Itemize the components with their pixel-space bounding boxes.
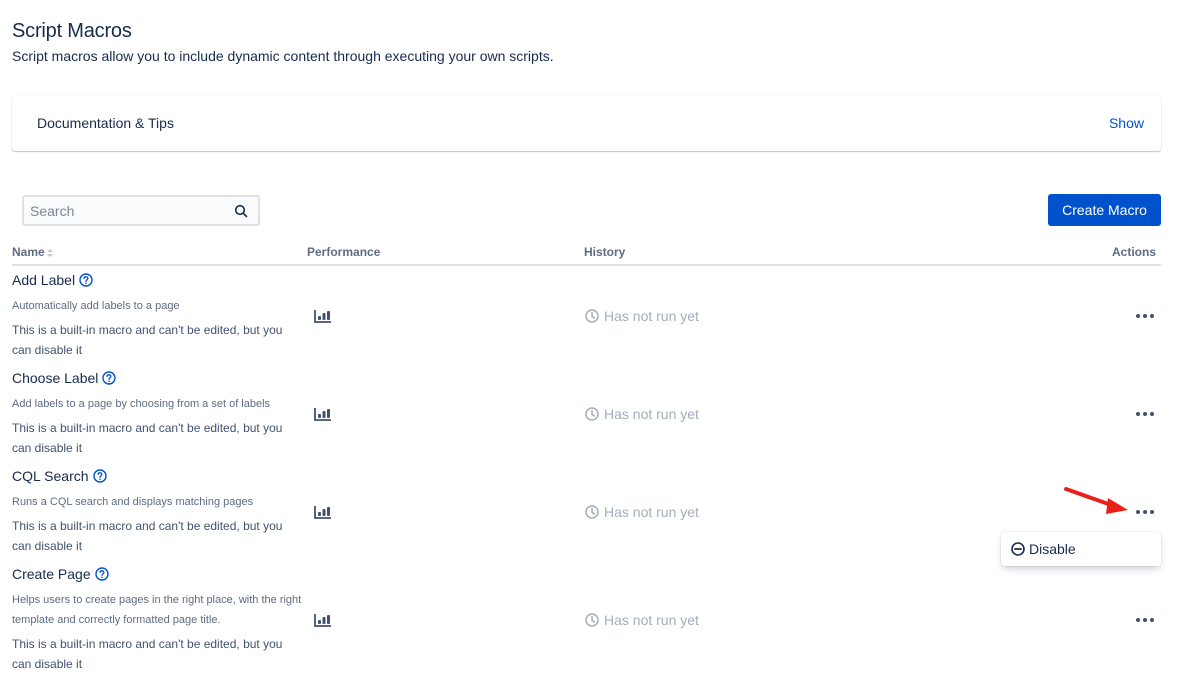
table-row: Add Label Automatically add labels to a … [12,272,1161,362]
page-title: Script Macros [12,20,132,42]
more-actions-button[interactable] [1133,504,1157,520]
annotation-arrow-icon [1064,487,1128,514]
table-row: CQL Search Runs a CQL search and display… [12,468,1161,558]
table-row: Choose Label Add labels to a page by cho… [12,370,1161,460]
macro-name: Add Label [12,272,93,288]
history-status: Has not run yet [585,612,699,628]
actions-dropdown-menu: Disable [1001,532,1161,566]
history-status: Has not run yet [585,504,699,520]
macro-name: Create Page [12,566,109,582]
page-subtitle: Script macros allow you to include dynam… [12,48,554,64]
menu-item-disable[interactable]: Disable [1011,541,1076,557]
history-status: Has not run yet [585,308,699,324]
column-header-history: History [584,245,626,259]
performance-chart-icon[interactable] [314,407,332,421]
column-header-name-label: Name [12,245,45,259]
help-icon[interactable] [92,469,107,483]
performance-chart-icon[interactable] [314,505,332,519]
clock-icon [585,407,599,421]
help-icon[interactable] [94,567,109,581]
search-icon[interactable] [234,204,248,218]
more-actions-button[interactable] [1133,612,1157,628]
clock-icon [585,505,599,519]
macro-description: Automatically add labels to a page [12,300,180,312]
clock-icon [585,309,599,323]
macro-name: Choose Label [12,370,117,386]
column-header-performance: Performance [307,245,381,259]
show-documentation-link[interactable]: Show [1109,115,1144,131]
create-macro-button[interactable]: Create Macro [1048,194,1161,226]
search-input[interactable] [30,202,225,220]
minus-circle-icon [1011,542,1025,556]
table-row: Create Page Helps users to create pages … [12,566,1161,676]
history-status: Has not run yet [585,406,699,422]
help-icon[interactable] [102,371,117,385]
sort-icon[interactable] [46,248,53,257]
performance-chart-icon[interactable] [314,309,332,323]
documentation-panel-title: Documentation & Tips [37,115,174,131]
clock-icon [585,613,599,627]
column-header-name[interactable]: Name [12,245,53,259]
performance-chart-icon[interactable] [314,613,332,627]
macro-description: Runs a CQL search and displays matching … [12,496,254,508]
macro-name: CQL Search [12,468,107,484]
more-actions-button[interactable] [1133,308,1157,324]
macro-built-in-note: This is a built-in macro and can't be ed… [12,421,283,455]
macro-built-in-note: This is a built-in macro and can't be ed… [12,323,283,357]
help-icon[interactable] [79,273,93,287]
macro-description: Add labels to a page by choosing from a … [12,398,271,410]
search-box [22,195,260,226]
macro-built-in-note: This is a built-in macro and can't be ed… [12,519,283,553]
column-header-actions: Actions [1111,245,1156,259]
more-actions-button[interactable] [1133,406,1157,422]
macro-description: Helps users to create pages in the right… [12,594,302,626]
macro-built-in-note: This is a built-in macro and can't be ed… [12,637,283,671]
documentation-panel: Documentation & Tips Show [12,96,1161,151]
table-header: Name Performance History Actions [12,245,1161,266]
